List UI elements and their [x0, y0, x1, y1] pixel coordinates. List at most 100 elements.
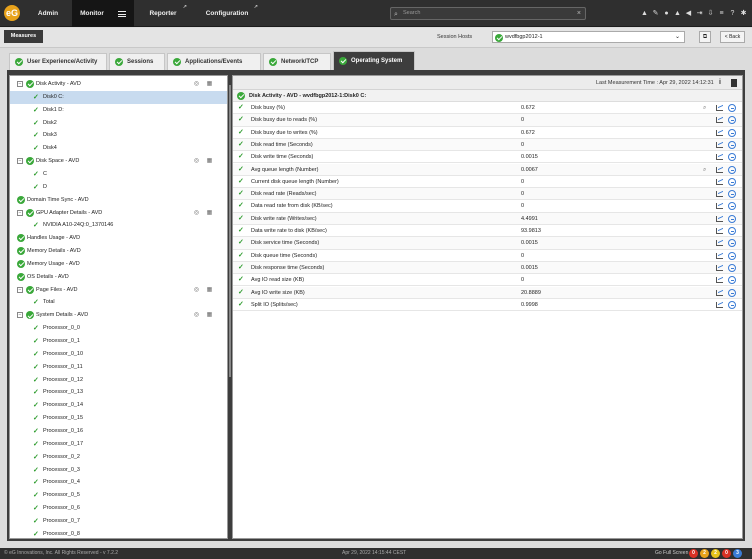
tree-item[interactable]: ✓ Disk1 D:	[10, 104, 227, 117]
pin-icon[interactable]: ✎	[651, 9, 660, 18]
clear-icon[interactable]: ×	[577, 8, 581, 19]
tree-item[interactable]: Memory Usage - AVD	[10, 258, 227, 271]
info-icon[interactable]: i	[719, 79, 721, 86]
tree-item[interactable]: Domain Time Sync - AVD	[10, 194, 227, 207]
alarm-badge[interactable]: 2	[711, 549, 720, 558]
tree-item[interactable]: ✓ D	[10, 181, 227, 194]
graph-icon[interactable]	[716, 277, 723, 284]
tree-item[interactable]: Handles Usage - AVD	[10, 232, 227, 245]
tree-item[interactable]: ✓ Disk3	[10, 129, 227, 142]
details-icon[interactable]	[728, 165, 736, 174]
tree-item[interactable]: Memory Details - AVD	[10, 245, 227, 258]
measures-button[interactable]: Measures	[4, 30, 43, 43]
tree-item[interactable]: − GPU Adapter Details - AVD ◎ ▦	[10, 207, 227, 220]
details-icon[interactable]	[728, 202, 736, 211]
graph-icon[interactable]	[716, 166, 723, 173]
layers-icon[interactable]: ◎	[193, 287, 200, 294]
list-icon[interactable]: ≡	[717, 9, 726, 18]
tree-item[interactable]: OS Details - AVD	[10, 271, 227, 284]
tree-item[interactable]: ✓ Processor_0_15	[10, 412, 227, 425]
collapse-icon[interactable]: −	[17, 81, 23, 87]
tree-item[interactable]: ✓ Processor_0_16	[10, 425, 227, 438]
details-icon[interactable]	[728, 300, 736, 309]
details-icon[interactable]	[728, 140, 736, 149]
tree-item[interactable]: ✓ Processor_0_13	[10, 386, 227, 399]
details-icon[interactable]	[728, 128, 736, 137]
tree-item[interactable]: − Disk Activity - AVD ◎ ▦	[10, 78, 227, 91]
details-icon[interactable]	[728, 276, 736, 285]
graph-icon[interactable]	[716, 154, 723, 161]
details-icon[interactable]	[728, 214, 736, 223]
details-icon[interactable]	[728, 227, 736, 235]
collapse-icon[interactable]: −	[17, 286, 23, 293]
session-host-select[interactable]: wvdfbgp2012-1 ⌄	[492, 31, 685, 43]
details-icon[interactable]	[728, 239, 736, 248]
tree-item[interactable]: ✓ Disk4	[10, 142, 227, 155]
graph-icon[interactable]	[716, 240, 723, 247]
details-icon[interactable]	[728, 177, 736, 186]
nav-admin[interactable]: Admin	[25, 0, 71, 27]
tree-item[interactable]: ✓ Processor_0_7	[10, 515, 227, 528]
eg-logo[interactable]: eG	[4, 5, 20, 21]
graph-icon[interactable]	[716, 264, 723, 271]
graph-icon[interactable]	[716, 215, 723, 222]
tree-item[interactable]: ✓ Processor_0_17	[10, 438, 227, 451]
tree-item[interactable]: ✓ Disk2	[10, 117, 227, 130]
details-icon[interactable]	[728, 288, 736, 297]
sound-icon[interactable]: ◀	[684, 9, 693, 18]
tree-item[interactable]: ✓ Processor_0_14	[10, 399, 227, 412]
tab-network-tcp[interactable]: Network/TCP	[263, 53, 331, 70]
nav-monitor[interactable]: Monitor	[72, 0, 134, 27]
filter-icon[interactable]: ▦	[206, 312, 213, 319]
tree-item[interactable]: ✓ NVIDIA A10-24Q:0_1370146	[10, 219, 227, 232]
alarm-badge[interactable]: 2	[700, 549, 709, 558]
tree-item[interactable]: − Disk Space - AVD ◎ ▦	[10, 155, 227, 168]
tab-user-experience[interactable]: User Experience/Activity	[9, 53, 107, 70]
tree-item[interactable]: ✓ Processor_0_5	[10, 489, 227, 502]
graph-icon[interactable]	[716, 252, 723, 259]
tree-item[interactable]: ✓ Disk0 C:	[10, 90, 227, 104]
tree-item[interactable]: ✓ Processor_0_1	[10, 335, 227, 348]
graph-icon[interactable]	[716, 141, 723, 148]
tab-applications-events[interactable]: Applications/Events	[167, 53, 261, 70]
search-input[interactable]: ⌕ Search ×	[390, 7, 586, 20]
graph-icon[interactable]	[716, 289, 723, 296]
menu-icon[interactable]	[117, 10, 126, 17]
tree-item[interactable]: ✓ Processor_0_2	[10, 451, 227, 464]
full-screen-button[interactable]: Go Full Screen	[655, 548, 688, 559]
graph-icon[interactable]	[716, 129, 723, 136]
scrollbar[interactable]	[229, 85, 231, 377]
tree-item[interactable]: ✓ Total	[10, 296, 227, 309]
filter-icon[interactable]: ▦	[206, 210, 213, 217]
graph-icon[interactable]	[716, 203, 723, 210]
tree-item[interactable]: ✓ C	[10, 168, 227, 181]
details-icon[interactable]	[728, 153, 736, 162]
alarm-badge[interactable]: 3	[733, 549, 742, 558]
graph-icon[interactable]	[716, 117, 723, 124]
layers-icon[interactable]: ◎	[193, 81, 200, 88]
user-icon[interactable]: ●	[662, 9, 671, 18]
details-icon[interactable]	[728, 263, 736, 272]
tree-item[interactable]: ✓ Processor_0_11	[10, 361, 227, 374]
tab-sessions[interactable]: Sessions	[109, 53, 165, 70]
tree-item[interactable]: ✓ Processor_0_3	[10, 464, 227, 477]
graph-icon[interactable]	[716, 178, 723, 185]
nav-reporter[interactable]: Reporter ↗	[135, 0, 191, 27]
alarm-badge[interactable]: 0	[722, 549, 731, 558]
tab-operating-system[interactable]: Operating System	[333, 51, 415, 70]
bell-icon[interactable]: ▲	[640, 9, 649, 18]
details-icon[interactable]	[728, 116, 736, 125]
tree-item[interactable]: ✓ Processor_0_6	[10, 502, 227, 515]
document-icon[interactable]	[731, 79, 737, 87]
graph-icon[interactable]	[716, 301, 723, 308]
details-icon[interactable]	[728, 190, 736, 199]
logout-icon[interactable]: ⇥	[695, 9, 704, 18]
tree-item[interactable]: ✓ Processor_0_8	[10, 528, 227, 538]
layers-icon[interactable]: ◎	[193, 210, 200, 217]
details-icon[interactable]	[728, 104, 736, 112]
zoom-icon[interactable]: ⌕	[703, 102, 706, 114]
alarm-badge[interactable]: 0	[689, 549, 698, 558]
filter-icon[interactable]: ▦	[206, 81, 213, 88]
copy-icon[interactable]: ⧉	[699, 31, 711, 43]
tree-item[interactable]: ✓ Processor_0_10	[10, 348, 227, 361]
